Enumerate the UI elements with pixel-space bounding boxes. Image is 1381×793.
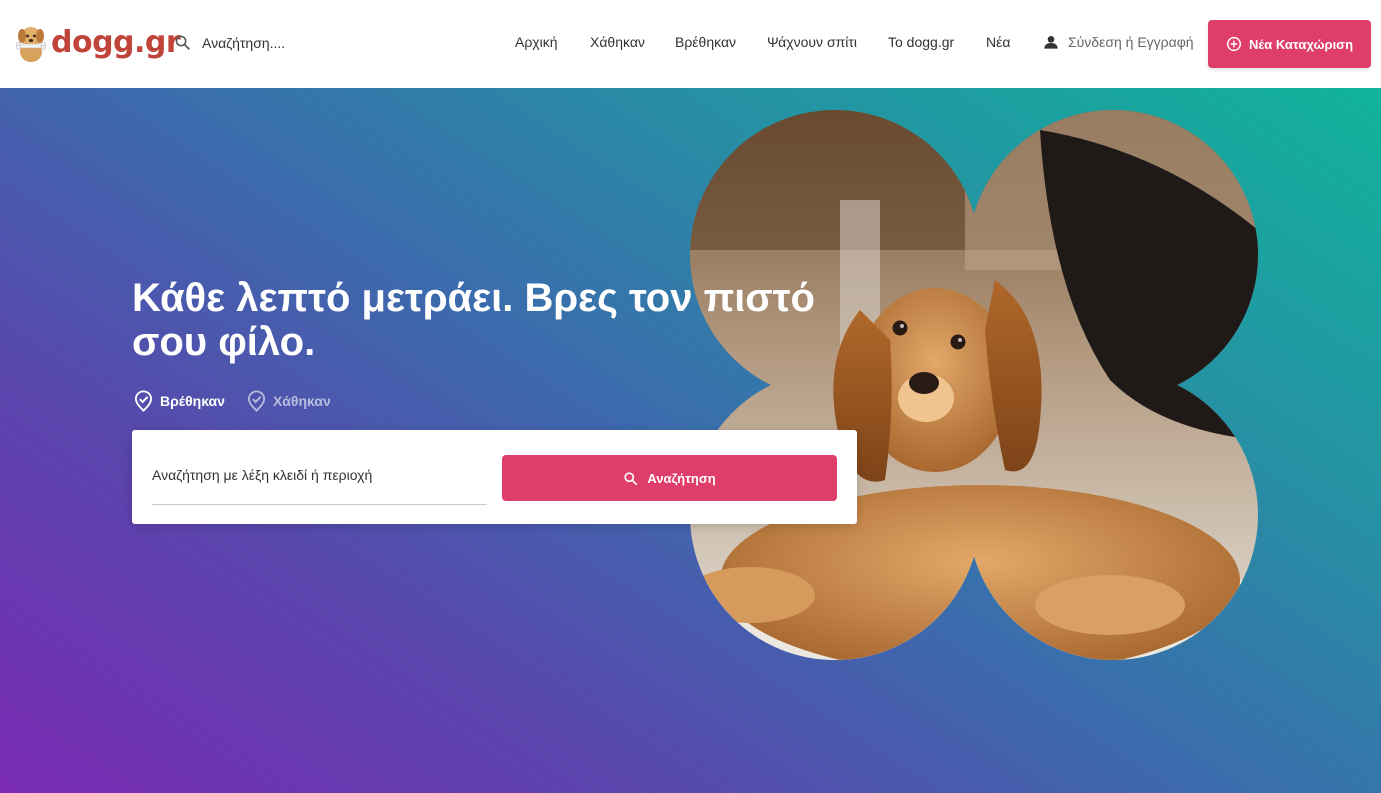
logo[interactable]: dogg.gr: [15, 22, 181, 64]
nav-item-home[interactable]: Αρχική: [515, 34, 558, 50]
logo-text: dogg.gr: [51, 25, 181, 60]
header-search: [174, 34, 402, 51]
nav-item-adoption[interactable]: Ψάχνουν σπίτι: [767, 34, 857, 50]
hero-search-input[interactable]: [152, 460, 487, 505]
site-header: dogg.gr Αρχική Χάθηκαν Βρέθηκαν Ψάχνουν …: [0, 0, 1381, 88]
plus-circle-icon: [1226, 36, 1242, 52]
check-badge-icon: [247, 390, 265, 412]
filter-found[interactable]: Βρέθηκαν: [134, 390, 225, 412]
search-icon: [624, 471, 638, 485]
nav-item-found[interactable]: Βρέθηκαν: [675, 34, 736, 50]
check-badge-icon: [134, 390, 153, 412]
filter-lost[interactable]: Χάθηκαν: [247, 390, 331, 412]
login-link[interactable]: Σύνδεση ή Εγγραφή: [1043, 34, 1194, 50]
header-search-input[interactable]: [202, 34, 402, 51]
listing-type-filters: Βρέθηκαν Χάθηκαν: [134, 390, 331, 412]
search-icon[interactable]: [174, 34, 191, 51]
hero-search-button-label: Αναζήτηση: [647, 470, 716, 486]
filter-lost-label: Χάθηκαν: [272, 393, 331, 409]
nav-item-about[interactable]: To dogg.gr: [888, 34, 954, 50]
hero-search-card: Αναζήτηση: [132, 430, 857, 524]
nav-item-news[interactable]: Νέα: [986, 34, 1010, 50]
dog-mascot-icon: [15, 27, 46, 62]
user-icon: [1044, 36, 1058, 49]
hero-headline: Κάθε λεπτό μετράει. Βρες τον πιστό σου φ…: [132, 276, 815, 364]
filter-found-label: Βρέθηκαν: [160, 393, 225, 409]
hero-section: Κάθε λεπτό μετράει. Βρες τον πιστό σου φ…: [0, 88, 1381, 793]
hero-search-button[interactable]: Αναζήτηση: [502, 455, 837, 501]
new-listing-label: Νέα Καταχώριση: [1248, 36, 1354, 52]
new-listing-button[interactable]: Νέα Καταχώριση: [1208, 20, 1371, 68]
nav-item-lost[interactable]: Χάθηκαν: [590, 34, 645, 50]
login-label: Σύνδεση ή Εγγραφή: [1068, 34, 1194, 50]
puppy-photo: [690, 110, 1258, 660]
